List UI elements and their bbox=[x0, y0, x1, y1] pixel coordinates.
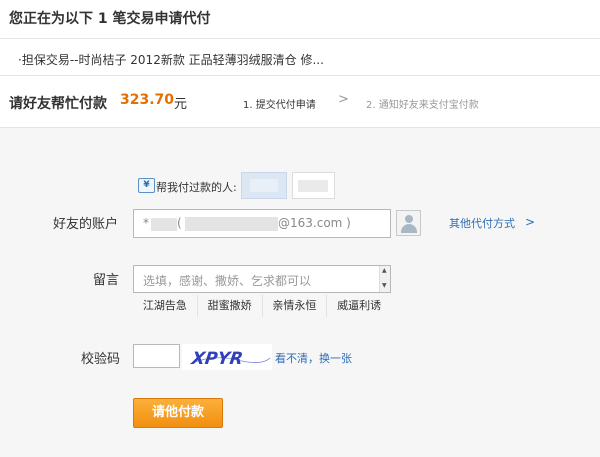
contact-body bbox=[401, 224, 417, 233]
recent-payer-1[interactable] bbox=[241, 172, 287, 199]
step-separator-icon: > bbox=[338, 92, 349, 107]
captcha-svg: XPYR bbox=[189, 349, 271, 369]
other-pay-methods-link[interactable]: 其他代付方式 bbox=[449, 215, 515, 231]
quick-phrases: 江湖告急 甜蜜撒娇 亲情永恒 威逼利诱 bbox=[133, 295, 391, 317]
page-title: 您正在为以下 1 笔交易申请代付 bbox=[9, 11, 211, 27]
contact-head bbox=[405, 215, 413, 223]
amount-value: 323.70 bbox=[120, 92, 175, 108]
chevron-right-icon[interactable]: > bbox=[525, 215, 535, 229]
scroll-up-icon[interactable]: ▲ bbox=[382, 267, 387, 274]
recent-payers-label: 帮我付过款的人: bbox=[156, 181, 237, 194]
captcha-image: XPYR bbox=[182, 344, 272, 370]
captcha-input[interactable] bbox=[133, 344, 180, 368]
message-input[interactable]: 选填，感谢、撒娇、乞求都可以 ▲ ▼ bbox=[133, 265, 391, 293]
redacted-name bbox=[298, 180, 328, 192]
amount-label: 请好友帮忙付款 bbox=[9, 96, 107, 112]
page-header: 您正在为以下 1 笔交易申请代付 bbox=[0, 0, 600, 39]
captcha-refresh-link[interactable]: 看不清，换一张 bbox=[275, 350, 352, 366]
order-item-row: ·担保交易--时尚桔子 2012新款 正品轻薄羽绒服清仓 修... bbox=[0, 39, 600, 76]
order-item-text: ·担保交易--时尚桔子 2012新款 正品轻薄羽绒服清仓 修... bbox=[18, 53, 324, 67]
quick-phrase[interactable]: 威逼利诱 bbox=[327, 295, 391, 317]
quick-phrase[interactable]: 亲情永恒 bbox=[263, 295, 328, 317]
captcha-text: XPYR bbox=[189, 349, 244, 369]
amount-row: 请好友帮忙付款 323.70 元 1. 提交代付申请 > 2. 通知好友来支付宝… bbox=[0, 76, 600, 128]
redacted-name bbox=[151, 218, 177, 231]
account-label: 好友的账户 bbox=[53, 217, 119, 232]
contacts-icon[interactable] bbox=[396, 210, 421, 236]
step-2: 2. 通知好友来支付宝付款 bbox=[366, 100, 479, 111]
quick-phrase[interactable]: 甜蜜撒娇 bbox=[198, 295, 263, 317]
message-label: 留言 bbox=[93, 273, 120, 288]
request-pay-button[interactable]: 请他付款 bbox=[133, 398, 223, 428]
account-input[interactable]: * ( @163.com ) bbox=[133, 209, 391, 238]
step-1: 1. 提交代付申请 bbox=[243, 100, 316, 111]
message-placeholder: 选填，感谢、撒娇、乞求都可以 bbox=[143, 274, 312, 288]
captcha-label: 校验码 bbox=[81, 352, 121, 367]
account-domain: @163.com ) bbox=[278, 216, 351, 230]
recent-payer-2[interactable] bbox=[292, 172, 335, 199]
scroll-down-icon[interactable]: ▼ bbox=[382, 282, 387, 289]
redacted-name bbox=[250, 179, 278, 192]
quick-phrase[interactable]: 江湖告急 bbox=[133, 295, 198, 317]
redacted-email bbox=[185, 217, 278, 231]
account-prefix: * bbox=[143, 216, 149, 230]
recent-payer-icon: ¥ bbox=[138, 178, 155, 193]
account-paren: ( bbox=[177, 216, 182, 230]
amount-unit: 元 bbox=[174, 97, 188, 112]
message-scrollbar[interactable]: ▲ ▼ bbox=[379, 266, 390, 292]
